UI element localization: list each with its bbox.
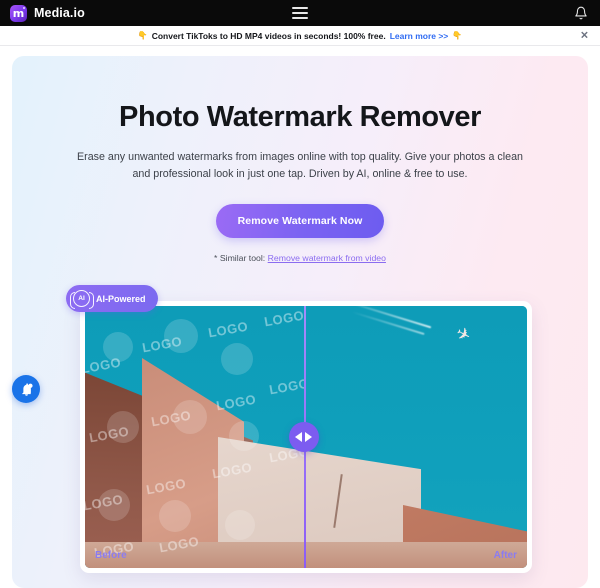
similar-tool-prefix: * Similar tool:: [214, 253, 266, 263]
watermark-dot: [229, 421, 260, 452]
comparison-photo[interactable]: ✈ LOGO LOGO LOGO LOGO LOGO LOGO LOGO LOG…: [85, 306, 527, 568]
promo-banner-text: Convert TikToks to HD MP4 videos in seco…: [151, 30, 386, 41]
page-root: m Media.io 👇 Convert TikToks to HD MP4 v…: [0, 0, 600, 588]
watermark-label: LOGO: [267, 375, 304, 398]
media-io-logo-icon: m: [10, 4, 27, 22]
remove-watermark-button[interactable]: Remove Watermark Now: [215, 204, 385, 238]
bell-notification-icon: [21, 382, 33, 396]
hero-description: Erase any unwanted watermarks from image…: [77, 151, 523, 180]
pointing-down-icon-left: 👇: [137, 31, 148, 40]
watermark-label: LOGO: [145, 475, 188, 498]
before-after-card: ✈ LOGO LOGO LOGO LOGO LOGO LOGO LOGO LOG…: [80, 301, 532, 573]
arrow-left-icon: [295, 432, 303, 442]
watermark-dot: [159, 499, 192, 532]
promo-banner-content: 👇 Convert TikToks to HD MP4 videos in se…: [138, 31, 463, 41]
arrow-right-icon: [305, 432, 313, 442]
watermark-label: LOGO: [215, 391, 258, 414]
similar-tool-link[interactable]: Remove watermark from video: [268, 253, 386, 263]
brand-name-label: Media.io: [34, 6, 85, 20]
similar-tool-line: * Similar tool: Remove watermark from vi…: [12, 253, 588, 263]
promo-learn-more-link[interactable]: Learn more >>: [390, 31, 449, 41]
brand-logo[interactable]: m Media.io: [10, 4, 85, 22]
watermark-label: LOGO: [206, 318, 249, 341]
hero-section: Photo Watermark Remover Erase any unwant…: [12, 56, 588, 588]
ai-brackets-icon: AI: [69, 290, 94, 309]
watermark-label: LOGO: [210, 459, 254, 482]
pointing-down-icon-right: 👇: [452, 31, 463, 40]
watermark-dot: [225, 510, 256, 541]
before-label: Before: [95, 550, 127, 561]
top-header-bar: m Media.io: [0, 0, 600, 26]
cta-container: Remove Watermark Now: [12, 204, 588, 238]
floating-notification-button[interactable]: [12, 375, 40, 403]
hamburger-menu-icon[interactable]: [292, 7, 308, 19]
after-label: After: [493, 550, 517, 561]
promo-banner: 👇 Convert TikToks to HD MP4 videos in se…: [0, 26, 600, 46]
watermark-label: LOGO: [263, 307, 304, 330]
comparison-slider-handle[interactable]: [288, 422, 319, 452]
watermark-label: LOGO: [85, 355, 122, 377]
page-title: Photo Watermark Remover: [119, 101, 481, 133]
watermark-label: LOGO: [158, 533, 201, 555]
brand-mark-letter: m: [12, 6, 25, 20]
ai-powered-label: AI-Powered: [96, 293, 146, 304]
ai-powered-badge: AI AI-Powered: [66, 285, 158, 312]
before-half-overlay: LOGO LOGO LOGO LOGO LOGO LOGO LOGO LOGO …: [85, 306, 304, 568]
bell-icon[interactable]: [574, 6, 588, 21]
watermark-dot: [220, 342, 253, 375]
close-icon[interactable]: ✕: [579, 30, 590, 41]
